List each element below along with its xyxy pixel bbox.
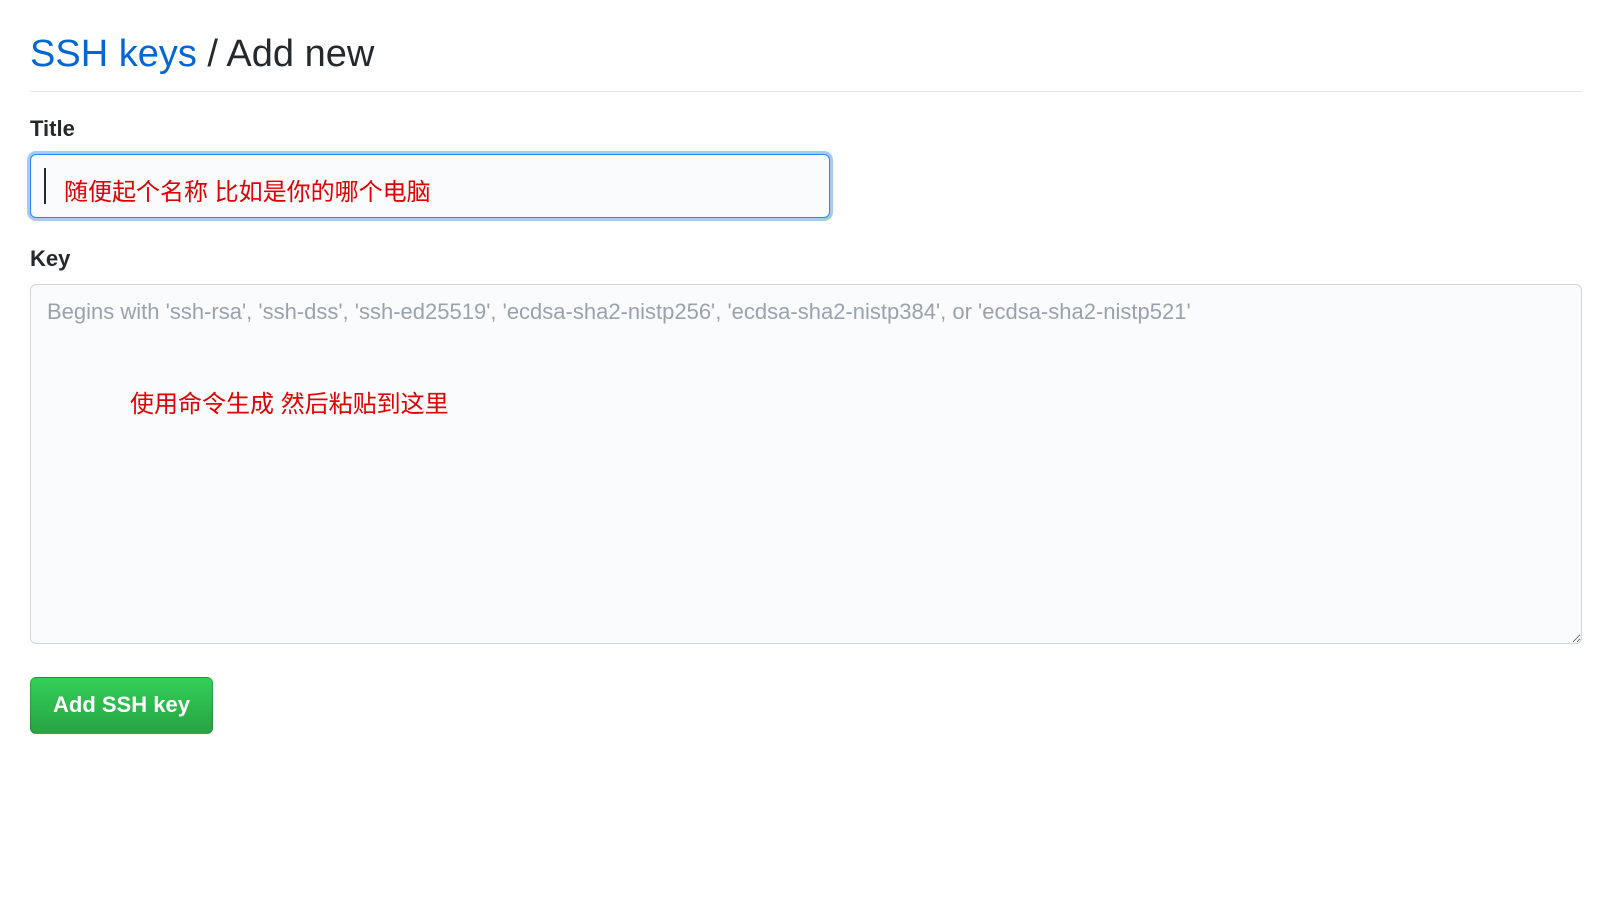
breadcrumb-separator: / xyxy=(197,33,227,75)
key-textarea-wrapper: 使用命令生成 然后粘贴到这里 xyxy=(30,284,1582,649)
title-input[interactable] xyxy=(30,154,830,218)
ssh-keys-link[interactable]: SSH keys xyxy=(30,33,197,75)
text-cursor xyxy=(44,168,46,204)
title-label: Title xyxy=(30,116,1582,142)
key-textarea[interactable] xyxy=(30,284,1582,644)
key-label: Key xyxy=(30,246,1582,272)
key-form-group: Key 使用命令生成 然后粘贴到这里 xyxy=(30,246,1582,649)
page-header: SSH keys / Add new xyxy=(30,30,1582,92)
add-ssh-key-button[interactable]: Add SSH key xyxy=(30,677,213,733)
page-title: Add new xyxy=(226,33,374,75)
title-input-wrapper: 随便起个名称 比如是你的哪个电脑 xyxy=(30,154,830,218)
breadcrumb: SSH keys / Add new xyxy=(30,30,1582,79)
title-form-group: Title 随便起个名称 比如是你的哪个电脑 xyxy=(30,116,1582,218)
